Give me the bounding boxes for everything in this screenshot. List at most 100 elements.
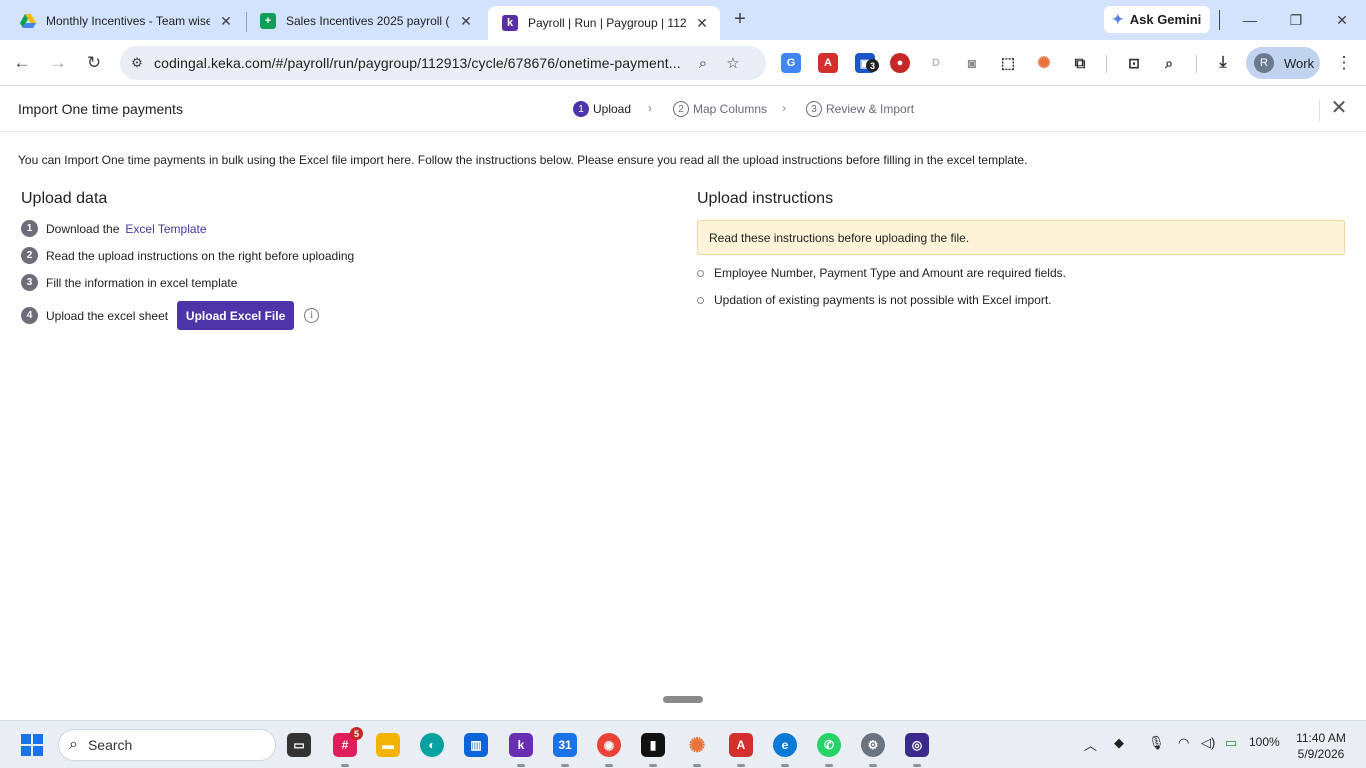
- scroll-handle[interactable]: [663, 696, 703, 703]
- step-number-badge: 2: [21, 247, 38, 264]
- upload-excel-button[interactable]: Upload Excel File: [177, 301, 295, 330]
- claude-taskbar-icon[interactable]: ✺: [685, 733, 709, 757]
- excel-template-link[interactable]: Excel Template: [125, 222, 206, 236]
- minimize-icon[interactable]: —: [1240, 10, 1260, 30]
- ask-gemini-label: Ask Gemini: [1129, 12, 1202, 27]
- toolbar-divider: [1106, 55, 1107, 73]
- tab-payroll-run[interactable]: k Payroll | Run | Paygroup | 11291 ✕: [488, 6, 720, 40]
- clock-time: 11:40 AM: [1296, 731, 1346, 745]
- trello-icon[interactable]: ▥: [464, 733, 488, 757]
- battery-percent: 100%: [1249, 735, 1280, 749]
- running-indicator: [825, 764, 833, 767]
- extension-badge-count: 3: [866, 59, 879, 72]
- close-icon[interactable]: ✕: [1328, 97, 1350, 119]
- tab-close-icon[interactable]: ✕: [458, 13, 474, 29]
- browser-toolbar: ← → ↻ ⚙ codingal.keka.com/#/payroll/run/…: [0, 40, 1366, 86]
- camera-icon[interactable]: ◙: [962, 53, 982, 73]
- dropbox-tray-icon[interactable]: ◆: [1114, 735, 1124, 751]
- chevron-right-icon: ›: [648, 101, 652, 115]
- acrobat-taskbar-icon[interactable]: A: [729, 733, 753, 757]
- page-title: Import One time payments: [18, 101, 183, 117]
- tab-close-icon[interactable]: ✕: [694, 15, 710, 31]
- file-explorer-icon[interactable]: ▬: [376, 733, 400, 757]
- zoom-icon[interactable]: ⌕: [688, 55, 718, 72]
- extension-flag-icon[interactable]: ●: [890, 53, 910, 73]
- extension-d-icon[interactable]: D: [926, 53, 946, 73]
- tab-close-icon[interactable]: ✕: [218, 13, 234, 29]
- tray-chevron-up-icon[interactable]: ︿: [1084, 735, 1097, 754]
- toolbar-divider: [1196, 55, 1197, 73]
- menu-kebab-icon[interactable]: ⋮: [1333, 52, 1355, 74]
- step-text: Fill the information in excel template: [46, 275, 238, 290]
- step-number: 3: [806, 101, 822, 117]
- bullet-icon: [697, 269, 704, 277]
- address-bar[interactable]: ⚙ codingal.keka.com/#/payroll/run/paygro…: [120, 46, 766, 80]
- step-number-badge: 1: [21, 220, 38, 237]
- step-map-columns: 2 Map Columns: [673, 101, 767, 117]
- running-indicator: [341, 764, 349, 767]
- lens-icon[interactable]: ⊡: [1124, 53, 1144, 73]
- profile-label: Work: [1284, 55, 1315, 71]
- google-translate-icon[interactable]: G: [781, 53, 801, 73]
- running-indicator: [649, 764, 657, 767]
- window-close-icon[interactable]: ✕: [1332, 10, 1352, 30]
- new-tab-icon[interactable]: +: [730, 9, 750, 29]
- claude-icon[interactable]: ✺: [1034, 53, 1054, 73]
- upload-step-3: 3 Fill the information in excel template: [21, 274, 237, 291]
- back-icon[interactable]: ←: [11, 52, 33, 74]
- running-indicator: [913, 764, 921, 767]
- search-icon: ⌕: [69, 736, 78, 753]
- step-number-badge: 3: [21, 274, 38, 291]
- search-placeholder: Search: [87, 737, 133, 753]
- gemini-sparkle-icon: ✦: [1112, 11, 1124, 27]
- system-clock[interactable]: 11:40 AM 5/9/2026: [1290, 730, 1352, 762]
- tab-monthly-incentives[interactable]: Monthly Incentives - Team wise ✕: [6, 6, 244, 36]
- restore-icon[interactable]: ❐: [1286, 10, 1306, 30]
- tab-title: Monthly Incentives - Team wise: [46, 14, 210, 28]
- download-icon[interactable]: ⤓: [1213, 53, 1233, 73]
- instruction-text: Employee Number, Payment Type and Amount…: [714, 266, 1066, 280]
- windows-start-icon[interactable]: [21, 734, 43, 756]
- browser-tab-strip: Monthly Incentives - Team wise ✕ + Sales…: [0, 0, 1366, 40]
- settings-gear-icon[interactable]: ⚙: [861, 733, 885, 757]
- running-indicator: [517, 764, 525, 767]
- step-text: Read the upload instructions on the righ…: [46, 248, 355, 263]
- tab-search-icon[interactable]: ⌕: [1159, 53, 1179, 73]
- profile-button[interactable]: R Work: [1246, 47, 1320, 79]
- teal-app-icon[interactable]: ◐: [420, 733, 444, 757]
- step-label: Upload: [593, 102, 632, 116]
- instruction-text: Updation of existing payments is not pos…: [714, 293, 1052, 307]
- volume-icon[interactable]: ◁): [1201, 735, 1215, 751]
- site-settings-icon[interactable]: ⚙: [120, 55, 154, 71]
- step-review-import: 3 Review & Import: [806, 101, 914, 117]
- edge-icon[interactable]: e: [773, 733, 797, 757]
- battery-icon[interactable]: ▭: [1225, 735, 1237, 751]
- task-view-icon[interactable]: ▭: [287, 733, 311, 757]
- avatar: R: [1254, 53, 1274, 73]
- forward-icon[interactable]: →: [47, 52, 69, 74]
- info-icon[interactable]: i: [304, 308, 320, 323]
- extension-badge-icon[interactable]: ▣ 3: [855, 53, 879, 73]
- extensions-puzzle-icon[interactable]: ⧉: [1070, 53, 1090, 73]
- keka-taskbar-icon[interactable]: k: [509, 733, 533, 757]
- google-calendar-icon[interactable]: 31: [553, 733, 577, 757]
- tab-sales-incentives[interactable]: + Sales Incentives 2025 payroll (M ✕: [246, 6, 484, 36]
- slack-icon[interactable]: #5: [333, 727, 363, 757]
- slack-badge: 5: [350, 727, 363, 740]
- microphone-icon[interactable]: 🎙: [1148, 735, 1165, 751]
- chrome-icon[interactable]: ◉: [597, 733, 621, 757]
- url-text[interactable]: codingal.keka.com/#/payroll/run/paygroup…: [154, 55, 688, 71]
- taskbar-search[interactable]: ⌕ Search: [58, 729, 276, 761]
- ask-gemini-button[interactable]: ✦ Ask Gemini: [1104, 6, 1210, 33]
- acrobat-icon[interactable]: A: [818, 53, 838, 73]
- wifi-icon[interactable]: ◠: [1178, 735, 1189, 751]
- whatsapp-icon[interactable]: ✆: [817, 733, 841, 757]
- purple-app-icon[interactable]: ◎: [905, 733, 929, 757]
- upload-data-heading: Upload data: [21, 190, 108, 207]
- reload-icon[interactable]: ↻: [83, 52, 105, 74]
- windows-taskbar: ⌕ Search ▭ #5 ▬ ◐ ▥ k 31 ◉ ▮ ✺ A e ✆ ⚙ ◎…: [0, 720, 1366, 768]
- upload-instructions-heading: Upload instructions: [697, 190, 834, 207]
- stats-app-icon[interactable]: ▮: [641, 733, 665, 757]
- screenshot-icon[interactable]: ⬚: [998, 53, 1018, 73]
- bookmark-star-icon[interactable]: ☆: [718, 54, 748, 72]
